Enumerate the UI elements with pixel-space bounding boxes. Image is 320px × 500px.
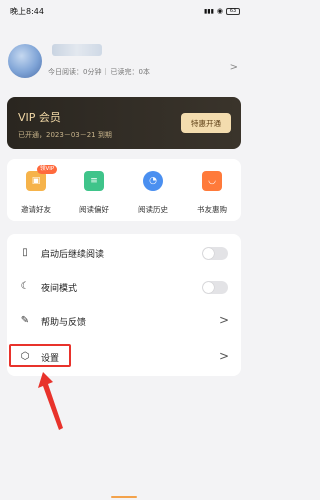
menu-label: 帮助与反馈 bbox=[41, 318, 87, 328]
continue-reading-toggle[interactable] bbox=[202, 247, 228, 260]
username: 用户 bbox=[52, 44, 102, 56]
vip-renew-button[interactable]: 特惠开通 bbox=[181, 113, 231, 133]
status-icons: ▮▮▮ ◉ 63 bbox=[204, 7, 240, 15]
stats-divider bbox=[105, 68, 107, 75]
menu-item-continue-reading[interactable]: ▯ 启动后继续阅读 bbox=[7, 236, 241, 270]
history-icon: ◔ bbox=[143, 171, 163, 191]
shortcut-label: 邀请好友 bbox=[21, 205, 51, 214]
edit-icon: ✎ bbox=[20, 315, 30, 326]
chevron-right-icon: > bbox=[218, 313, 229, 327]
chevron-right-icon[interactable]: > bbox=[230, 62, 238, 73]
menu-label: 启动后继续阅读 bbox=[41, 250, 105, 260]
finished-count: 已读完：0本 bbox=[110, 68, 150, 76]
today-reading: 今日阅读：0分钟 bbox=[48, 68, 102, 76]
status-bar: 晚上8:44 ▮▮▮ ◉ 63 bbox=[0, 0, 248, 22]
shortcut-book-deals[interactable]: ◡ 书友惠购 bbox=[183, 159, 241, 221]
menu-label: 夜间模式 bbox=[41, 284, 78, 294]
shortcut-label: 阅读偏好 bbox=[79, 205, 109, 214]
vip-title: VIP 会员 bbox=[18, 111, 61, 124]
shortcut-reading-history[interactable]: ◔ 阅读历史 bbox=[124, 159, 182, 221]
vip-card[interactable]: VIP 会员 已开通，2023－03－21 到期 特惠开通 bbox=[7, 97, 241, 149]
book-icon: ▯ bbox=[22, 247, 28, 258]
signal-icon: ▮▮▮ bbox=[203, 7, 214, 15]
menu-item-help-feedback[interactable]: ✎ 帮助与反馈 > bbox=[7, 304, 241, 338]
vip-status: 已开通，2023－03－21 到期 bbox=[18, 131, 112, 139]
night-mode-toggle[interactable] bbox=[202, 281, 228, 294]
shortcut-invite-friends[interactable]: ▣ 领VIP 邀请好友 bbox=[7, 159, 65, 221]
reading-stats: 今日阅读：0分钟 已读完：0本 bbox=[48, 67, 150, 77]
annotation-arrow bbox=[38, 372, 63, 430]
chevron-right-icon: > bbox=[218, 349, 229, 363]
home-indicator bbox=[111, 496, 137, 498]
status-time: 晚上8:44 bbox=[10, 6, 44, 16]
shopping-bag-icon: ◡ bbox=[202, 171, 222, 191]
wifi-icon: ◉ bbox=[216, 7, 223, 15]
shortcut-label: 书友惠购 bbox=[197, 205, 227, 214]
moon-icon: ☾ bbox=[20, 281, 30, 292]
gift-icon: ▣ bbox=[26, 171, 46, 191]
menu-item-night-mode[interactable]: ☾ 夜间模式 bbox=[7, 270, 241, 304]
shortcut-reading-preference[interactable]: ≡ 阅读偏好 bbox=[65, 159, 123, 221]
shortcut-label: 阅读历史 bbox=[138, 205, 168, 214]
settings-highlight-box bbox=[9, 344, 71, 367]
vip-badge: 领VIP bbox=[37, 165, 58, 174]
shortcut-grid: ▣ 领VIP 邀请好友 ≡ 阅读偏好 ◔ 阅读历史 ◡ 书友惠购 bbox=[7, 159, 241, 221]
profile-header[interactable]: 用户 今日阅读：0分钟已读完：0本 > bbox=[0, 40, 248, 84]
avatar[interactable] bbox=[8, 44, 42, 78]
preference-icon: ≡ bbox=[84, 171, 104, 191]
battery-icon: 63 bbox=[226, 7, 240, 15]
